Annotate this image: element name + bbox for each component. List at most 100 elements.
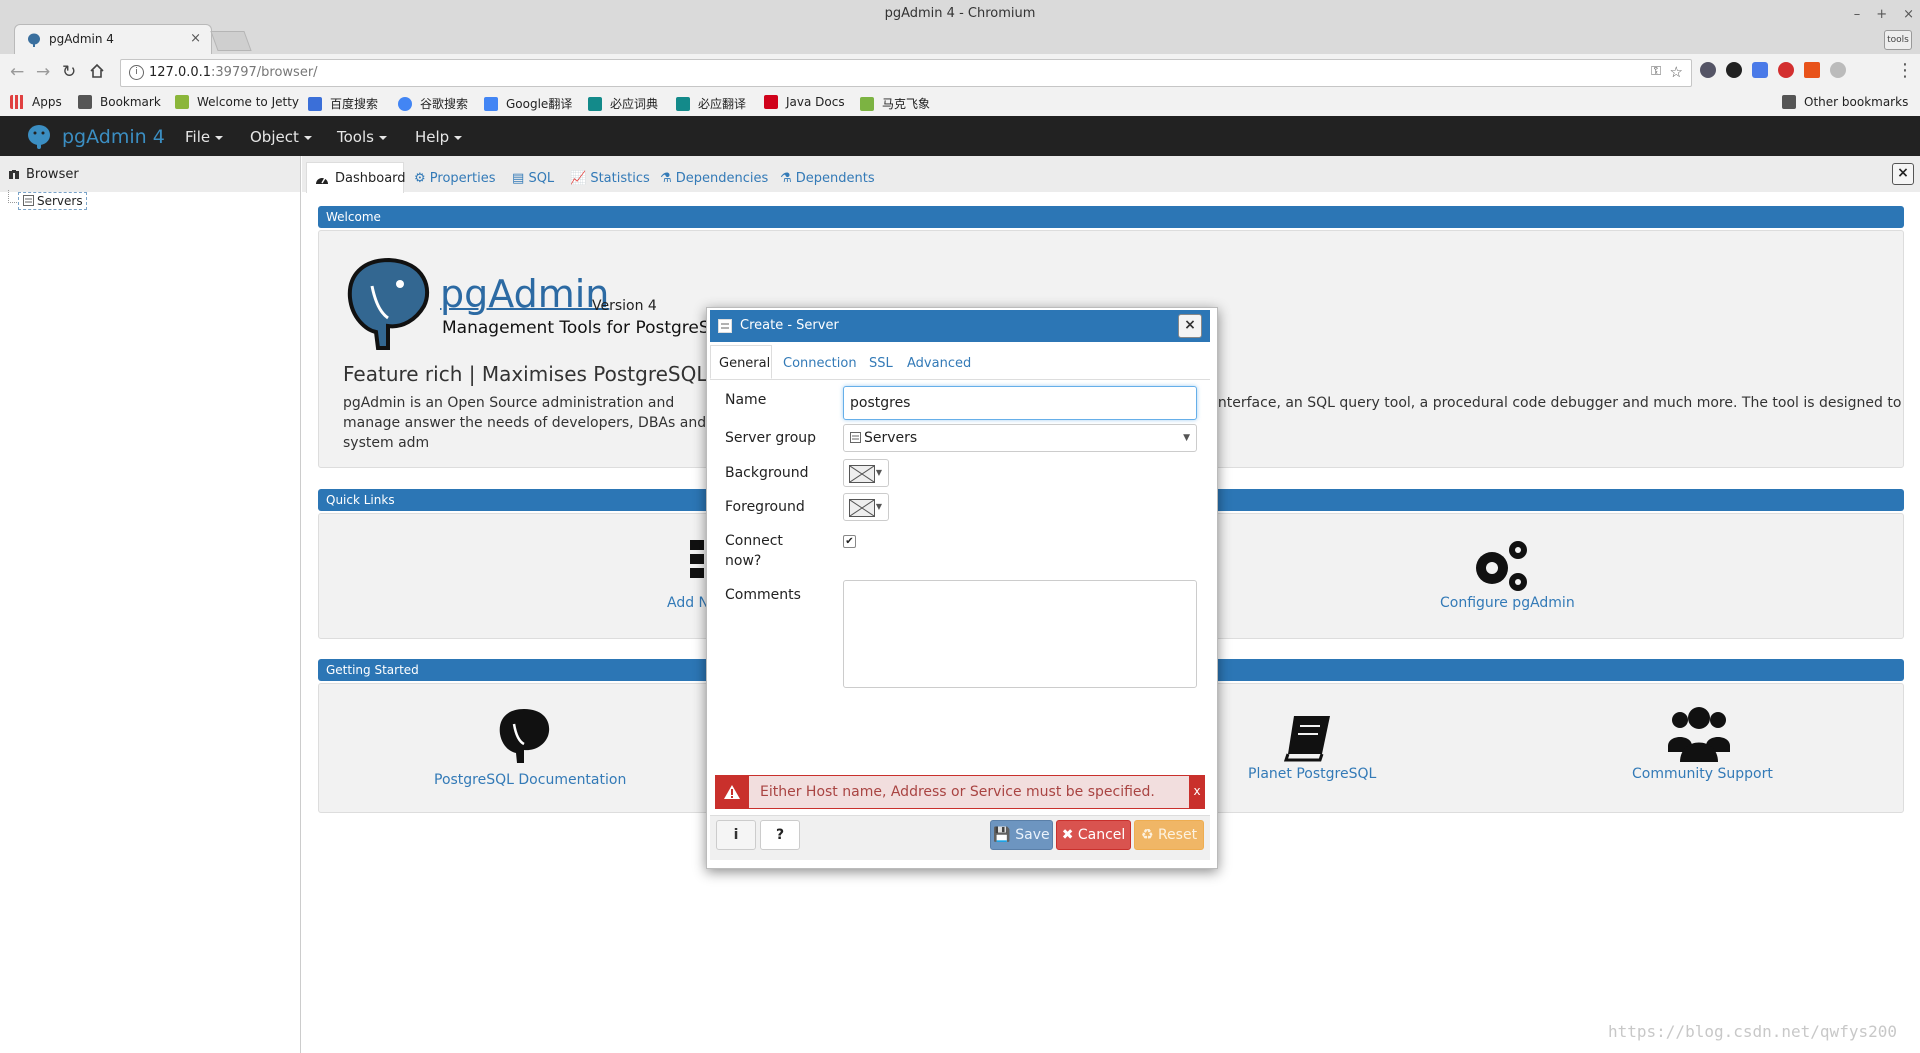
- caret-down-icon: [215, 136, 224, 140]
- tab-sql[interactable]: ▤ SQL: [512, 171, 554, 186]
- cogs-icon: ⚙: [414, 171, 426, 186]
- postgresql-elephant-icon: [499, 709, 550, 763]
- dropdown-arrow-icon: ▼: [875, 468, 882, 477]
- tab-dashboard[interactable]: Dashboard: [306, 162, 406, 193]
- forward-arrow-icon[interactable]: →: [36, 62, 50, 82]
- bookmark-folder[interactable]: Bookmark: [78, 95, 161, 109]
- extension-icons: [1700, 62, 1846, 78]
- tab-properties[interactable]: ⚙ Properties: [414, 171, 496, 186]
- extension-icon-2[interactable]: [1726, 62, 1742, 78]
- bookmark-bing-translate[interactable]: 必应翻译: [676, 95, 746, 112]
- bookmark-google-search[interactable]: 谷歌搜索: [398, 95, 468, 112]
- app-brand[interactable]: pgAdmin 4: [26, 124, 165, 150]
- tab-title: pgAdmin 4: [49, 32, 114, 46]
- error-close-button[interactable]: x: [1189, 775, 1205, 809]
- floppy-disk-icon: 💾: [993, 827, 1011, 843]
- bookmark-java-docs[interactable]: Java Docs: [764, 95, 845, 109]
- elephant-logo-icon: [28, 125, 50, 149]
- tab-statistics[interactable]: 📈 Statistics: [570, 171, 650, 186]
- name-input[interactable]: postgres: [843, 386, 1197, 420]
- comments-label: Comments: [725, 587, 801, 603]
- elephant-favicon-icon: [28, 33, 40, 47]
- bookmark-maxiang[interactable]: 马克飞象: [860, 95, 930, 112]
- planet-postgresql-link[interactable]: Planet PostgreSQL: [1248, 766, 1376, 782]
- dialog-close-button[interactable]: ×: [1178, 314, 1202, 338]
- background-label: Background: [725, 465, 809, 481]
- tree-node-servers[interactable]: Servers: [18, 192, 87, 210]
- dashboard-gauge-icon: [316, 177, 328, 184]
- tab-close-icon[interactable]: ×: [190, 31, 201, 46]
- menu-object[interactable]: Object: [250, 128, 312, 146]
- file-icon: ▤: [512, 171, 525, 186]
- line-chart-icon: 📈: [570, 171, 587, 186]
- server-icon: [718, 319, 732, 333]
- tab-strip: [0, 22, 1920, 54]
- dialog-tab-connection[interactable]: Connection: [783, 356, 857, 371]
- community-users-icon: [1668, 707, 1730, 762]
- save-button[interactable]: 💾 Save: [990, 820, 1053, 850]
- community-support-link[interactable]: Community Support: [1632, 766, 1773, 782]
- menu-kebab-icon[interactable]: ⋮: [1896, 60, 1914, 81]
- help-button[interactable]: ?: [760, 820, 800, 850]
- dialog-tab-general[interactable]: General: [710, 345, 772, 379]
- bookmark-apps[interactable]: Apps: [10, 95, 62, 109]
- new-tab-button[interactable]: [210, 31, 252, 51]
- maximize-button[interactable]: +: [1876, 7, 1887, 22]
- add-new-server-link[interactable]: Add N: [667, 595, 709, 611]
- comments-textarea[interactable]: [843, 580, 1197, 688]
- home-icon[interactable]: [89, 63, 105, 79]
- google-icon: [398, 97, 412, 111]
- minimize-button[interactable]: –: [1854, 7, 1861, 22]
- close-panel-button[interactable]: ×: [1892, 163, 1914, 185]
- name-label: Name: [725, 392, 767, 408]
- menu-tools[interactable]: Tools: [337, 128, 387, 146]
- welcome-header: Welcome: [318, 206, 1904, 228]
- translate-icon[interactable]: [1752, 62, 1768, 78]
- dialog-tab-ssl[interactable]: SSL: [869, 356, 893, 371]
- dropdown-arrow-icon: ▼: [875, 502, 882, 511]
- browser-tab-pgadmin[interactable]: pgAdmin 4 ×: [14, 24, 212, 55]
- site-info-icon[interactable]: i: [129, 65, 144, 80]
- extension-icon-6[interactable]: [1830, 62, 1846, 78]
- server-group-label: Server group: [725, 430, 817, 446]
- menu-help[interactable]: Help: [415, 128, 463, 146]
- server-group-icon: [23, 195, 34, 206]
- key-icon[interactable]: ⚿: [1651, 64, 1661, 79]
- postgresql-docs-link[interactable]: PostgreSQL Documentation: [434, 772, 626, 788]
- apps-grid-icon: [10, 95, 24, 109]
- bookmarks-bar: Apps Bookmark Welcome to Jetty 百度搜索 谷歌搜索…: [0, 90, 1920, 117]
- extension-badge[interactable]: tools: [1884, 30, 1912, 50]
- dialog-tab-advanced[interactable]: Advanced: [907, 356, 971, 371]
- reload-icon[interactable]: ↻: [62, 62, 76, 82]
- extension-icon-1[interactable]: [1700, 62, 1716, 78]
- baidu-paw-icon: [308, 97, 322, 111]
- info-button[interactable]: i: [716, 820, 756, 850]
- server-group-select[interactable]: Servers ▼: [843, 424, 1197, 452]
- office-icon[interactable]: [1804, 62, 1820, 78]
- extension-icon-4[interactable]: [1778, 62, 1794, 78]
- pgadmin-tagline: Management Tools for PostgreS: [442, 318, 710, 338]
- connect-now-checkbox[interactable]: ✔: [843, 535, 856, 548]
- google-translate-icon: [484, 97, 498, 111]
- bookmark-baidu[interactable]: 百度搜索: [308, 95, 378, 112]
- cancel-button[interactable]: ✖ Cancel: [1056, 820, 1131, 850]
- other-bookmarks[interactable]: Other bookmarks: [1782, 95, 1908, 109]
- maxiang-icon: [860, 97, 874, 111]
- bookmark-star-icon[interactable]: ☆: [1670, 63, 1683, 81]
- bookmark-bing-dict[interactable]: 必应词典: [588, 95, 658, 112]
- foreground-color-picker[interactable]: ▼: [843, 493, 889, 521]
- tab-dependents[interactable]: ⚗ Dependents: [780, 171, 875, 186]
- feature-line: Feature rich | Maximises PostgreSQL | Op…: [343, 362, 768, 386]
- back-arrow-icon[interactable]: ←: [10, 62, 24, 82]
- caret-down-icon: [378, 136, 387, 140]
- close-window-button[interactable]: ×: [1903, 7, 1914, 22]
- tab-dependencies[interactable]: ⚗ Dependencies: [660, 171, 768, 186]
- address-bar[interactable]: i 127.0.0.1:39797/browser/ ⚿ ☆: [120, 59, 1692, 87]
- bookmark-jetty[interactable]: Welcome to Jetty: [175, 95, 299, 109]
- background-color-picker[interactable]: ▼: [843, 459, 889, 487]
- menu-file[interactable]: File: [185, 128, 224, 146]
- configure-pgadmin-link[interactable]: Configure pgAdmin: [1440, 595, 1575, 611]
- reset-button[interactable]: ♻ Reset: [1134, 820, 1204, 850]
- bookmark-google-translate[interactable]: Google翻译: [484, 95, 572, 112]
- pgadmin-wordmark: pgAdmin: [440, 272, 610, 316]
